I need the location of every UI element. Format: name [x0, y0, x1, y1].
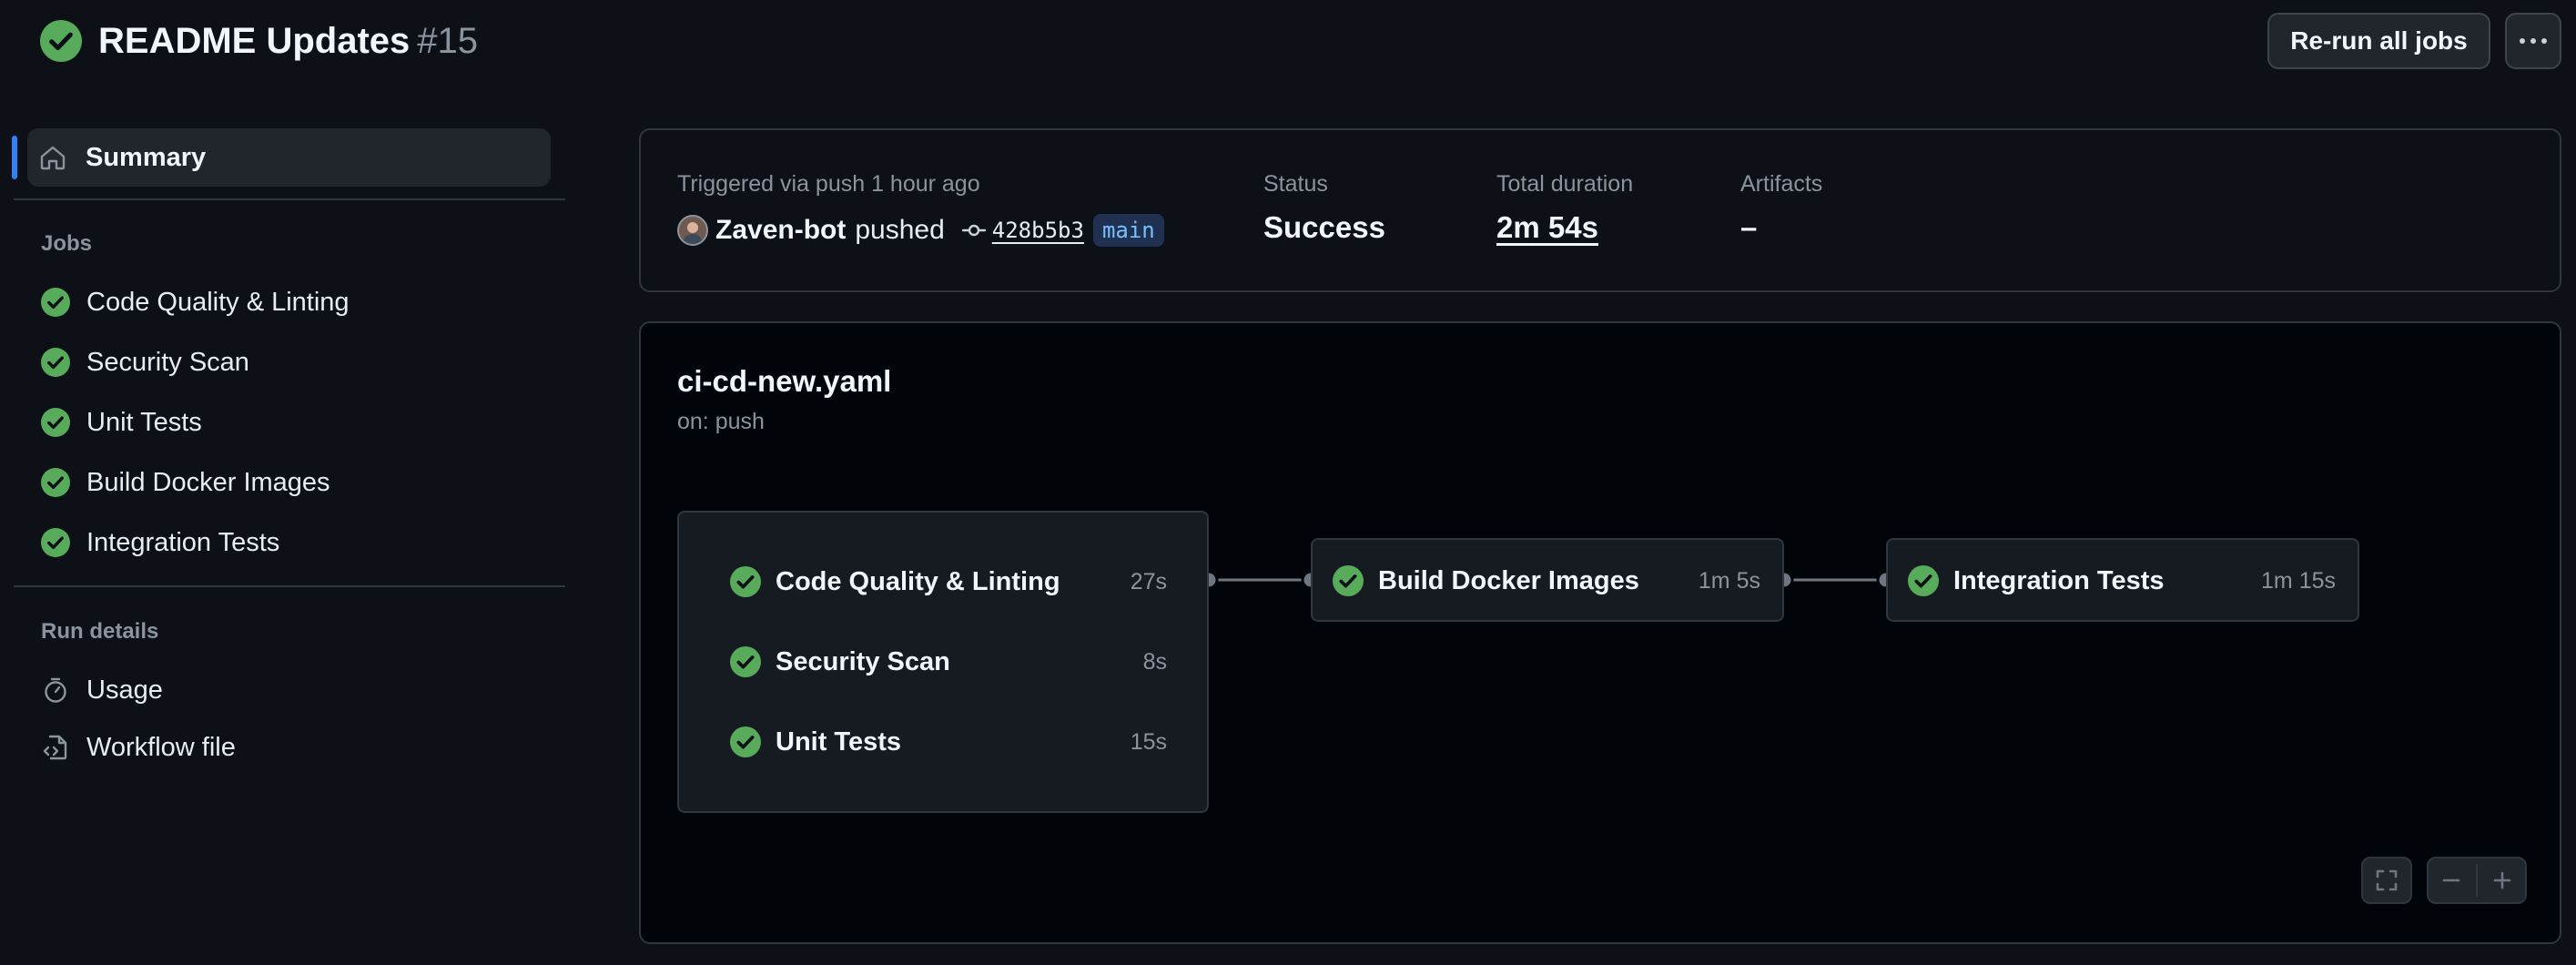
job-label: Build Docker Images	[86, 467, 330, 497]
home-icon	[40, 146, 66, 170]
check-circle-fill-icon	[41, 408, 70, 437]
sidebar-item-workflow-file[interactable]: Workflow file	[41, 729, 236, 766]
sidebar-item-label: Workflow file	[86, 732, 236, 762]
check-circle-fill-icon	[41, 468, 70, 497]
job-duration: 1m 15s	[2261, 568, 2336, 594]
zoom-icons	[2442, 864, 2511, 897]
sidebar-item-summary[interactable]: Summary	[12, 128, 551, 187]
zoom-controls	[2427, 857, 2527, 904]
graph-job-node-integration[interactable]: Integration Tests 1m 15s	[1886, 538, 2359, 622]
graph-job-node-build[interactable]: Build Docker Images 1m 5s	[1311, 538, 1784, 622]
check-circle-fill-icon	[41, 288, 70, 317]
job-label: Code Quality & Linting	[86, 287, 350, 317]
trigger-details: Zaven-bot pushed 428b5b3 main	[677, 212, 1164, 249]
check-circle-fill-icon	[1908, 565, 1939, 596]
screen-full-icon	[2376, 869, 2398, 891]
job-name: Code Quality & Linting	[776, 566, 1060, 596]
branch-badge[interactable]: main	[1092, 214, 1164, 247]
artifacts-value: –	[1740, 210, 1758, 244]
check-circle-fill-icon	[1333, 565, 1364, 596]
check-circle-fill-icon	[41, 348, 70, 377]
avatar[interactable]	[677, 215, 708, 246]
run-title: README Updates #15	[40, 18, 478, 64]
check-circle-fill-icon	[730, 646, 761, 677]
sidebar-item-job[interactable]: Security Scan	[41, 344, 249, 381]
job-group: Code Quality & Linting 27s Security Scan…	[677, 511, 1209, 813]
duration-label: Total duration	[1496, 171, 1634, 197]
sidebar-item-usage[interactable]: Usage	[41, 672, 163, 708]
commit-sha-link[interactable]: 428b5b3	[992, 218, 1084, 243]
job-duration: 1m 5s	[1698, 568, 1760, 594]
job-label: Integration Tests	[86, 527, 280, 557]
action-text: pushed	[855, 215, 945, 245]
actor-link[interactable]: Zaven-bot	[715, 215, 846, 246]
active-indicator	[12, 136, 17, 179]
run-details-heading: Run details	[41, 619, 159, 644]
run-number: #15	[417, 20, 479, 61]
run-summary-card: Triggered via push 1 hour ago Zaven-bot …	[639, 128, 2561, 292]
status-label: Status	[1263, 171, 1328, 197]
zoom-in-icon	[2493, 871, 2511, 889]
duration-value[interactable]: 2m 54s	[1496, 210, 1598, 245]
sidebar-divider	[14, 198, 565, 200]
job-name: Integration Tests	[1953, 566, 2165, 595]
job-duration: 27s	[1130, 568, 1167, 594]
check-circle-fill-icon	[40, 20, 82, 62]
status-value: Success	[1263, 210, 1385, 244]
graph-job-node[interactable]: Security Scan 8s	[730, 644, 1167, 680]
more-options-button[interactable]	[2505, 13, 2561, 69]
check-circle-fill-icon	[41, 528, 70, 557]
file-code-icon	[43, 735, 67, 760]
job-name: Unit Tests	[776, 726, 902, 757]
check-circle-fill-icon	[730, 566, 761, 597]
sidebar-item-job[interactable]: Build Docker Images	[41, 464, 330, 501]
job-label: Unit Tests	[86, 407, 202, 437]
graph-job-node[interactable]: Unit Tests 15s	[730, 724, 1167, 760]
avatar-image	[683, 222, 703, 244]
jobs-heading: Jobs	[41, 231, 93, 256]
job-duration: 15s	[1130, 728, 1167, 755]
sidebar-item-job[interactable]: Unit Tests	[41, 404, 202, 441]
sidebar-divider	[14, 585, 565, 587]
job-name: Build Docker Images	[1378, 566, 1639, 595]
job-label: Security Scan	[86, 347, 249, 377]
job-name: Security Scan	[776, 646, 950, 676]
git-commit-icon	[961, 224, 986, 237]
sidebar-item-job[interactable]: Integration Tests	[41, 524, 279, 561]
artifacts-label: Artifacts	[1740, 171, 1823, 197]
kebab-horizontal-icon	[2520, 38, 2547, 44]
check-circle-fill-icon	[730, 726, 761, 757]
sidebar-item-label: Usage	[86, 675, 163, 705]
triggered-label: Triggered via push 1 hour ago	[677, 171, 980, 197]
graph-job-node[interactable]: Code Quality & Linting 27s	[730, 564, 1167, 600]
sidebar-item-job[interactable]: Code Quality & Linting	[41, 284, 350, 320]
run-title-text: README Updates	[98, 20, 411, 61]
fullscreen-button[interactable]	[2361, 857, 2412, 904]
job-duration: 8s	[1142, 648, 1167, 675]
workflow-graph-panel: ci-cd-new.yaml on: push Code Quality & L…	[639, 321, 2561, 944]
stopwatch-icon	[45, 677, 66, 703]
page-title: README Updates #15	[98, 21, 478, 62]
sidebar-item-label: Summary	[86, 143, 207, 172]
rerun-all-jobs-button[interactable]: Re-run all jobs	[2267, 13, 2490, 69]
